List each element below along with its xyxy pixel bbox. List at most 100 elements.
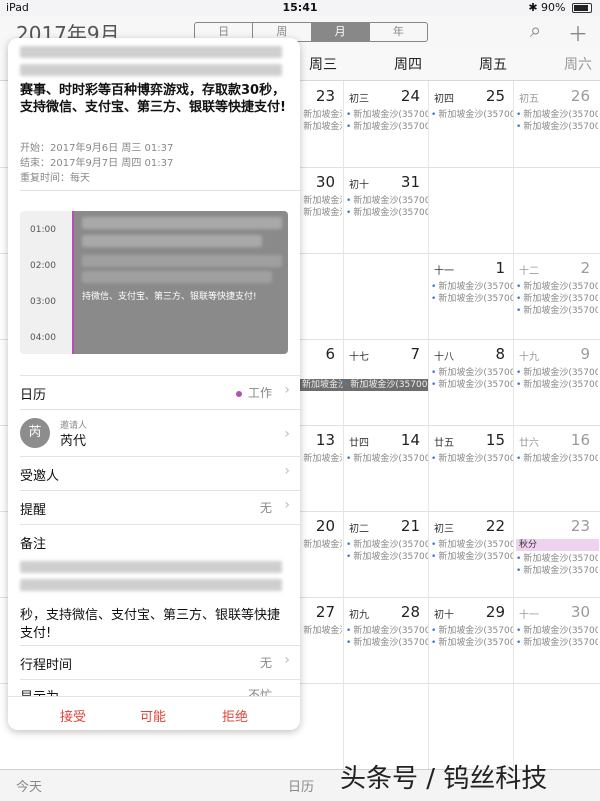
event-item[interactable]: 新加坡金沙(35700700.com),送58元 [431, 539, 513, 551]
event-item[interactable]: 新加坡金沙(35700700.com),送58元 [516, 281, 598, 293]
today-button[interactable]: 今天 [16, 776, 42, 795]
event-item[interactable]: 新加坡金沙(35700700.com),送58元 [516, 121, 598, 133]
event-item[interactable]: 新加坡金沙(35700700.com),送58元 [296, 625, 342, 637]
event-item[interactable]: 新加坡金沙(35700700.com),送58元 [516, 367, 598, 379]
maybe-button[interactable]: 可能 [140, 706, 166, 725]
event-item[interactable]: 新加坡金沙(35700700.com),送58元 [516, 293, 598, 305]
chevron-right-icon: › [284, 463, 290, 479]
search-icon[interactable]: ⌕ [530, 18, 541, 42]
event-item-selected[interactable]: 新加坡金沙(35700700.com),送58元 [343, 379, 428, 391]
chevron-right-icon: › [284, 426, 290, 442]
travel-time-row[interactable]: 行程时间 无 › [8, 646, 300, 678]
event-item[interactable]: 新加坡金沙(35700700.com),送58元 [431, 281, 513, 293]
event-item[interactable]: 新加坡金沙(35700700.com),送58元 [346, 551, 428, 563]
event-item[interactable]: 新加坡金沙(35700700.com),送58元 [431, 453, 513, 465]
event-item[interactable]: 新加坡金沙(35700700.com),送58元 [346, 121, 428, 133]
lunar-date: 十二 [519, 266, 539, 277]
day-number: 15 [485, 431, 505, 449]
event-item[interactable]: 新加坡金沙(35700700.com),送58元 [431, 367, 513, 379]
day-cell[interactable]: 廿五 15 新加坡金沙(35700700.com),送58元 [428, 425, 513, 511]
day-cell[interactable]: 23 秋分 新加坡金沙(35700700.com),送58元 新加坡金沙(357… [513, 511, 599, 597]
event-item[interactable]: 新加坡金沙(35700700.com),送58元 [431, 551, 513, 563]
event-item[interactable]: 新加坡金沙(35700700.com),送58元 [346, 109, 428, 121]
weekday-sat: 周六 [564, 57, 592, 73]
day-number: 23 [315, 87, 335, 105]
day-cell[interactable]: 十一 30 新加坡金沙(35700700.com),送58元 新加坡金沙(3570… [513, 597, 598, 683]
day-cell[interactable]: 初九 28 新加坡金沙(35700700.com),送58元 新加坡金沙(3570… [343, 597, 428, 683]
event-item[interactable]: 新加坡金沙(35700700.com),送58元 [431, 379, 513, 391]
event-item[interactable]: 新加坡金沙(35700700.com),送58元 [346, 539, 428, 551]
event-item[interactable]: 新加坡金沙(35700700.com),送58元 [431, 109, 513, 121]
weekday-thu: 周四 [394, 57, 422, 73]
notes-row: 备注 [8, 525, 300, 557]
day-number: 20 [315, 517, 335, 535]
event-item[interactable]: 新加坡金沙(35700700.com),送58元 [516, 553, 598, 565]
day-cell[interactable]: 初五 26 新加坡金沙(35700700.com),送58元 新加坡金沙(3570… [513, 81, 598, 167]
event-repeat: 重复时间：每天 [20, 173, 90, 184]
decline-button[interactable]: 拒绝 [222, 706, 248, 725]
inviter-row[interactable]: 芮 邀请人 芮代 › [8, 414, 300, 454]
event-item[interactable]: 新加坡金沙(35700700.com),送58元 [296, 121, 342, 133]
event-item[interactable]: 新加坡金沙(35700700.com),送58元 [296, 539, 342, 551]
event-item[interactable]: 新加坡金沙(35700700.com),送58元 [346, 207, 428, 219]
blurred-text [20, 46, 282, 58]
event-start: 开始：2017年9月6日 周三 01:37 [20, 143, 174, 154]
day-cell[interactable]: 廿六 16 新加坡金沙(35700700.com),送58元 [513, 425, 598, 511]
event-item[interactable]: 新加坡金沙(35700700.com),送58元 [346, 453, 428, 465]
event-item[interactable]: 新加坡金沙(35700700.com),送58元 [516, 109, 598, 121]
day-cell[interactable]: 十八 8 新加坡金沙(35700700.com),送58元 新加坡金沙(35700… [428, 339, 513, 425]
event-item[interactable]: 新加坡金沙(35700700.com),送58元 [296, 195, 342, 207]
event-item-selected[interactable]: 新加坡金沙(35700700.com),送58元 [300, 379, 343, 391]
event-item[interactable]: 新加坡金沙(35700700.com),送58元 [431, 293, 513, 305]
day-cell[interactable]: 初三 24 新加坡金沙(35700700.com),送58元 新加坡金沙(3570… [343, 81, 428, 167]
day-number: 9 [580, 345, 590, 363]
day-cell[interactable]: 初十 31 新加坡金沙(35700700.com),送58元 新加坡金沙(3570… [343, 167, 428, 253]
lunar-date: 廿四 [349, 438, 369, 449]
invitees-row[interactable]: 受邀人 › [8, 457, 300, 489]
day-cell[interactable]: 廿四 14 新加坡金沙(35700700.com),送58元 [343, 425, 428, 511]
day-number: 27 [315, 603, 335, 621]
reminder-row[interactable]: 提醒 无 › [8, 491, 300, 523]
event-item[interactable]: 新加坡金沙(35700700.com),送58元 [296, 109, 342, 121]
chevron-right-icon: › [284, 382, 290, 398]
event-item[interactable]: 新加坡金沙(35700700.com),送58元 [346, 637, 428, 649]
event-item[interactable]: 新加坡金沙(35700700.com),送58元 [296, 207, 342, 219]
timeline-event-text: 持微信、支付宝、第三方、银联等快捷支付! [82, 292, 257, 302]
lunar-date: 十八 [434, 352, 454, 363]
event-item[interactable]: 新加坡金沙(35700700.com),送58元 [431, 637, 513, 649]
accept-button[interactable]: 接受 [60, 706, 86, 725]
segment-year[interactable]: 年 [368, 23, 427, 41]
day-cell[interactable]: 初二 21 新加坡金沙(35700700.com),送58元 新加坡金沙(3570… [343, 511, 428, 597]
day-cell[interactable]: 初三 22 新加坡金沙(35700700.com),送58元 新加坡金沙(3570… [428, 511, 513, 597]
blurred-text [82, 235, 262, 247]
day-number: 24 [400, 87, 420, 105]
lunar-date: 初十 [349, 180, 369, 191]
calendar-row[interactable]: 日历 工作 › [8, 376, 300, 408]
event-item[interactable]: 新加坡金沙(35700700.com),送58元 [346, 195, 428, 207]
event-item[interactable]: 新加坡金沙(35700700.com),送58元 [296, 453, 342, 465]
status-bar: iPad 15:41 ✱ 90% [0, 0, 600, 16]
segment-month[interactable]: 月 [310, 23, 369, 41]
event-item[interactable]: 新加坡金沙(35700700.com),送58元 [431, 625, 513, 637]
day-cell[interactable]: 初四 25 新加坡金沙(35700700.com),送58元 [428, 81, 513, 167]
holiday-event[interactable]: 秋分 [516, 539, 599, 551]
event-item[interactable]: 新加坡金沙(35700700.com),送58元 [516, 453, 598, 465]
day-cell[interactable]: 初十 29 新加坡金沙(35700700.com),送58元 新加坡金沙(3570… [428, 597, 513, 683]
event-item[interactable]: 新加坡金沙(35700700.com),送58元 [346, 625, 428, 637]
day-number: 31 [400, 173, 420, 191]
add-icon[interactable]: ＋ [568, 18, 588, 47]
bluetooth-icon: ✱ [528, 1, 538, 14]
day-number: 22 [485, 517, 505, 535]
day-cell[interactable]: 十二 2 新加坡金沙(35700700.com),送58元 新加坡金沙(35700… [513, 253, 598, 339]
event-item[interactable]: 新加坡金沙(35700700.com),送58元 [516, 625, 598, 637]
day-cell[interactable]: 十九 9 新加坡金沙(35700700.com),送58元 新加坡金沙(35700… [513, 339, 598, 425]
event-item[interactable]: 新加坡金沙(35700700.com),送58元 [516, 637, 598, 649]
day-number: 7 [410, 345, 420, 363]
event-item[interactable]: 新加坡金沙(35700700.com),送58元 [516, 305, 598, 317]
event-item[interactable]: 新加坡金沙(35700700.com),送58元 [516, 565, 598, 577]
notes-text: 秒，支持微信、支付宝、第三方、银联等快捷支付! [20, 608, 281, 641]
event-item[interactable]: 新加坡金沙(35700700.com),送58元 [516, 379, 598, 391]
day-cell[interactable]: 十一 1 新加坡金沙(35700700.com),送58元 新加坡金沙(35700… [428, 253, 513, 339]
day-cell[interactable]: 十七 7 新加坡金沙(35700700.com),送58元 [343, 339, 428, 425]
calendars-button[interactable]: 日历 [288, 776, 314, 795]
